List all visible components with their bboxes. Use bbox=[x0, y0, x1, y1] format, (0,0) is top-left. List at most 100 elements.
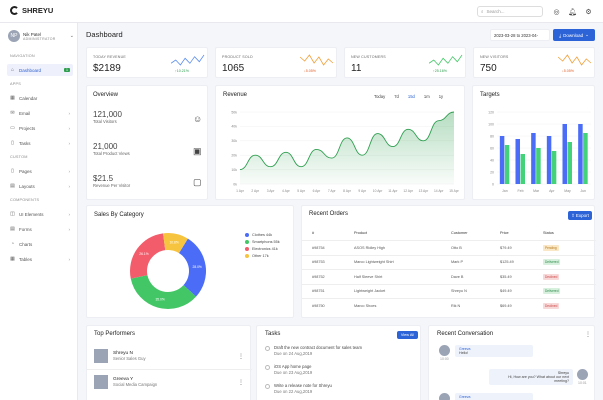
x-tick-label: May bbox=[564, 189, 571, 193]
bell-icon[interactable]: 🔔︎ bbox=[568, 7, 577, 16]
overview-value: 21,000 bbox=[93, 142, 118, 151]
sidebar-item-dashboard[interactable]: ⌂ Dashboard 1 bbox=[7, 64, 73, 76]
kpi-sparkline bbox=[171, 54, 205, 66]
sidebar-item-tasks[interactable]: ▯ Tasks › bbox=[7, 137, 73, 149]
calendar-icon: ▦ bbox=[10, 95, 15, 101]
settings-icon[interactable]: ⚙︎ bbox=[584, 7, 593, 16]
period-tab[interactable]: Today bbox=[374, 94, 385, 99]
sidebar-item-label: Charts bbox=[19, 241, 33, 247]
more-vertical-icon[interactable]: ⋮ bbox=[238, 353, 244, 360]
x-tick-label: 2 Apr bbox=[251, 189, 260, 193]
table-cell: #98751 bbox=[312, 289, 325, 293]
target-bar bbox=[546, 136, 552, 184]
sales-category-title: Sales By Category bbox=[94, 212, 144, 218]
orders-table: # Product Customer Price Status #98754 ASOS Ri… bbox=[302, 226, 596, 316]
bookmark-icon: ▯ bbox=[11, 140, 14, 146]
table-row[interactable]: #98753 Marco Lightweight Shirt Mark P $125.… bbox=[302, 254, 596, 269]
kpi-value: 1065 bbox=[222, 63, 245, 74]
table-row[interactable]: #98750 Marco Shoes Rik N $69.49 Declined bbox=[302, 298, 596, 312]
sidebar-item-layouts[interactable]: ▤ Layouts › bbox=[7, 180, 73, 192]
kpi-change-value: 5.05% bbox=[563, 69, 574, 73]
sidebar-item-calendar[interactable]: ▦ Calendar bbox=[7, 92, 73, 104]
performer-item[interactable]: Shreyu N Senior Sales Guy ⋮ bbox=[94, 348, 244, 364]
download-button[interactable]: ⤓ Download ⌄ bbox=[553, 29, 595, 41]
task-info: Write a release note for Shreyu Due on 22… bbox=[274, 383, 332, 395]
sidebar-item-pages[interactable]: ▯ Pages › bbox=[7, 165, 73, 177]
sidebar-item-label: Dashboard bbox=[19, 67, 42, 73]
sidebar-item-tables[interactable]: ▦ Tables › bbox=[7, 253, 73, 265]
x-tick-label: 8 Apr bbox=[343, 189, 352, 193]
app-logo[interactable]: SHREYU bbox=[10, 6, 53, 15]
task-due: Due on 22 Aug,2019 bbox=[274, 389, 313, 394]
target-bar bbox=[583, 133, 588, 184]
chevron-down-icon[interactable]: ⌄ bbox=[70, 33, 74, 39]
legend-label: Clothes 44k bbox=[252, 232, 273, 237]
package-icon: ◫ bbox=[10, 211, 15, 217]
table-cell: Rik N bbox=[451, 303, 461, 308]
task-item: iOS App home page Due on 23 Aug,2019 bbox=[265, 364, 415, 376]
grid-icon: ▦ bbox=[10, 256, 15, 262]
task-checkbox[interactable] bbox=[265, 346, 270, 351]
y-tick-label: 0 bbox=[492, 182, 494, 186]
kpi-change-value: 5.05% bbox=[305, 69, 316, 73]
users-icon: ☺ bbox=[193, 114, 203, 124]
sidebar-item-label: Tasks bbox=[19, 140, 31, 146]
search-input[interactable]: ⌕ Search... bbox=[477, 6, 543, 17]
sidebar-item-forms[interactable]: ▤ Forms › bbox=[7, 223, 73, 235]
more-vertical-icon[interactable]: ⋮ bbox=[585, 331, 591, 338]
task-item: Draft the new contract document for sale… bbox=[265, 345, 415, 357]
more-vertical-icon[interactable]: ⋮ bbox=[238, 379, 244, 386]
table-row[interactable]: #98752 Half Sleeve Shirt Dave B $35.49 Decli… bbox=[302, 269, 596, 283]
globe-icon[interactable]: ◎ bbox=[552, 7, 561, 16]
kpi-title: PRODUCT SOLD bbox=[222, 55, 253, 59]
x-tick-label: 4 Apr bbox=[282, 189, 291, 193]
table-row[interactable]: #98751 Lightweight Jacket Shreyu N $49.49 De… bbox=[302, 283, 596, 298]
legend-item[interactable]: Other 17k bbox=[245, 252, 280, 259]
table-cell: $79.49 bbox=[500, 245, 512, 250]
task-checkbox[interactable] bbox=[265, 365, 270, 370]
period-tab[interactable]: 7d bbox=[394, 94, 399, 99]
period-tab[interactable]: 1m bbox=[424, 94, 430, 99]
kpi-change: ↑25.16% bbox=[433, 69, 447, 73]
performer-item[interactable]: Greeva Y Social Media Campaign ⋮ bbox=[94, 374, 244, 390]
sparkline-line bbox=[429, 54, 463, 66]
period-tab[interactable]: 1y bbox=[439, 94, 443, 99]
sidebar-item-email[interactable]: ✉ Email › bbox=[7, 107, 73, 119]
pie-slice-label: 35.0% bbox=[155, 298, 164, 302]
avatar bbox=[94, 349, 108, 363]
sidebar-item-ui-elements[interactable]: ◫ UI Elements › bbox=[7, 208, 73, 220]
table-row[interactable]: #98754 ASOS Ridley High Otto B $79.49 Pendin… bbox=[302, 240, 596, 254]
export-button[interactable]: ⇪ Export bbox=[568, 211, 592, 220]
overview-card: Overview 121,000 Total Visitors ☺ 21,000… bbox=[86, 85, 208, 200]
sidebar-badge: 1 bbox=[64, 68, 70, 72]
sales-pie-chart: 28.0% 35.0% 26.1% 10.8% bbox=[130, 233, 206, 309]
legend-item[interactable]: Smartphons 55k bbox=[245, 238, 280, 245]
kpi-change-value: 10.21% bbox=[176, 69, 189, 73]
x-tick-label: 13 Apr bbox=[419, 189, 429, 193]
kpi-sparkline bbox=[558, 54, 592, 66]
view-all-button[interactable]: View All bbox=[397, 331, 418, 339]
x-tick-label: 10 Apr bbox=[373, 189, 383, 193]
period-tab[interactable]: 15d bbox=[408, 94, 415, 99]
table-header: # Product Customer Price Status bbox=[302, 226, 596, 240]
message-sender: Greeva bbox=[459, 395, 471, 399]
legend-item[interactable]: Electronics 41k bbox=[245, 245, 280, 252]
x-tick-label: 1 Apr bbox=[236, 189, 245, 193]
logo-icon bbox=[10, 6, 19, 15]
overview-label: Total Visitors bbox=[93, 119, 117, 124]
y-tick-label: 60 bbox=[490, 146, 494, 150]
sidebar-item-charts[interactable]: ◔ Charts bbox=[7, 238, 73, 250]
chevron-right-icon: › bbox=[68, 226, 71, 232]
sidebar-item-projects[interactable]: ▭ Projects › bbox=[7, 122, 73, 134]
x-tick-label: 14 Apr bbox=[434, 189, 444, 193]
date-range-picker[interactable]: 2023-03-28 to 2023-04- bbox=[490, 29, 550, 41]
legend-label: Electronics 41k bbox=[252, 246, 278, 251]
y-tick-label: 20k bbox=[231, 154, 237, 158]
kpi-title: NEW CUSTOMERS bbox=[351, 55, 386, 59]
pie-slice-label: 28.0% bbox=[193, 265, 202, 269]
section-components: COMPONENTS bbox=[10, 198, 40, 202]
user-profile[interactable]: NP Nik Patel Administrator ⌄ bbox=[8, 28, 74, 44]
task-checkbox[interactable] bbox=[265, 384, 270, 389]
y-tick-label: 20 bbox=[490, 170, 494, 174]
legend-item[interactable]: Clothes 44k bbox=[245, 231, 280, 238]
